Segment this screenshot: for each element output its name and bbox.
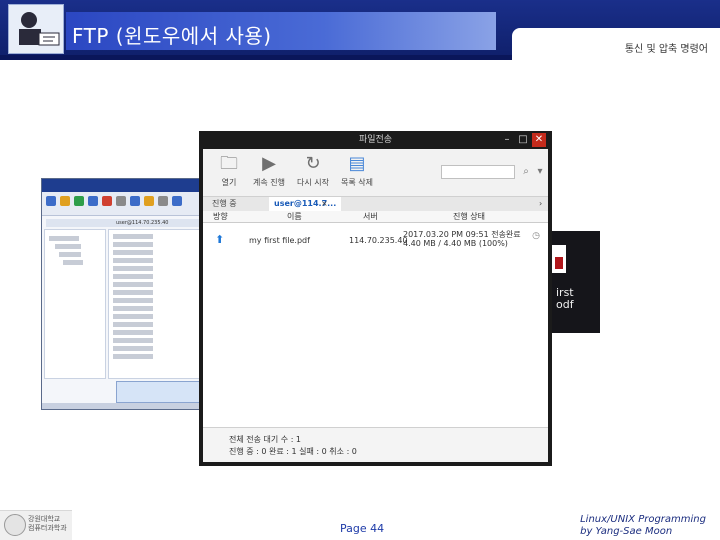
client-titlebar — [42, 179, 202, 192]
col-direction[interactable]: 방향 — [213, 211, 228, 223]
section-title: 통신 및 압축 명령어 — [624, 44, 708, 55]
server-address: 114.70.235.40 — [349, 236, 408, 245]
presenter-logo — [8, 4, 64, 54]
refresh-icon: ↻ — [305, 153, 321, 174]
file-name: my first file.pdf — [249, 236, 310, 245]
search-input[interactable] — [441, 165, 515, 179]
minimize-button[interactable]: – — [500, 133, 514, 147]
transfer-size: 4.40 MB / 4.40 MB (100%) — [403, 239, 508, 248]
upload-arrow-icon: ⬆ — [215, 233, 225, 246]
transfer-toolbar: 🗀 열기 ▶ 계속 진행 ↻ 다시 시작 ▤ 목록 삭제 ⌕ ▾ — [203, 149, 548, 197]
restore-button[interactable]: □ — [516, 133, 530, 147]
transfer-tabs: 진행 중 user@114.7... × › — [203, 197, 548, 211]
open-button[interactable]: 🗀 열기 — [209, 153, 249, 193]
search-icon[interactable]: ⌕ — [519, 165, 533, 179]
col-server[interactable]: 서버 — [363, 211, 378, 223]
toolbar-icon[interactable] — [144, 196, 154, 206]
university-seal — [4, 514, 26, 536]
toolbar-icon[interactable] — [46, 196, 56, 206]
col-status[interactable]: 진행 상태 — [453, 211, 485, 223]
col-name[interactable]: 이름 — [287, 211, 302, 223]
remote-file-pane[interactable] — [108, 229, 202, 379]
queue-count: 전체 전송 대기 수 : 1 — [229, 435, 302, 444]
clear-list-button[interactable]: ▤ 목록 삭제 — [337, 153, 377, 193]
slide-title: FTP (윈도우에서 사용) — [72, 24, 272, 48]
tab-session[interactable]: user@114.7... — [269, 197, 342, 211]
table-row[interactable]: ⬆ my first file.pdf 114.70.235.40 2017.0… — [203, 227, 548, 251]
university-name: 강원대학교 컴퓨터과학과 — [28, 515, 67, 532]
column-header: 방향 이름 서버 진행 상태 — [203, 211, 548, 223]
close-button[interactable]: ✕ — [532, 133, 546, 147]
remote-path: user@114.70.235.40 — [116, 220, 169, 226]
ad-banner[interactable] — [116, 381, 202, 403]
toolbar-icon[interactable] — [130, 196, 140, 206]
toolbar-icon[interactable] — [158, 196, 168, 206]
play-icon: ▶ — [262, 153, 276, 174]
toolbar-icon[interactable] — [88, 196, 98, 206]
pdf-viewer-window: irst odf — [548, 231, 600, 333]
toolbar-icon[interactable] — [172, 196, 182, 206]
tab-close-icon[interactable]: × — [321, 197, 328, 211]
local-tree-pane[interactable] — [44, 229, 106, 379]
chevron-down-icon[interactable]: ▾ — [533, 165, 547, 179]
course-credit: Linux/UNIX Programming by Yang-Sae Moon — [580, 514, 706, 537]
toolbar-icon[interactable] — [74, 196, 84, 206]
pdf-name-fragment: irst odf — [556, 286, 574, 311]
transfer-list: ⬆ my first file.pdf 114.70.235.40 2017.0… — [203, 223, 548, 427]
client-path-bar[interactable]: user@114.70.235.40 — [46, 219, 200, 227]
trash-icon: ▤ — [348, 153, 366, 174]
transfer-summary: 전체 전송 대기 수 : 1 진행 중 : 0 완료 : 1 실패 : 0 취소… — [203, 427, 548, 462]
toolbar-icon[interactable] — [116, 196, 126, 206]
client-statusbar — [42, 403, 202, 409]
restart-button[interactable]: ↻ 다시 시작 — [293, 153, 333, 193]
folder-icon: 🗀 — [220, 153, 238, 174]
clock-icon[interactable]: ◷ — [532, 231, 540, 241]
transfer-counts: 진행 중 : 0 완료 : 1 실패 : 0 취소 : 0 — [229, 447, 357, 456]
pdf-icon — [555, 257, 563, 269]
scroll-right-icon[interactable]: › — [539, 197, 542, 211]
ftp-client-window: user@114.70.235.40 — [41, 178, 203, 410]
toolbar-icon[interactable] — [102, 196, 112, 206]
file-transfer-dialog: 파일전송 – □ ✕ 🗀 열기 ▶ 계속 진행 ↻ 다시 시작 ▤ 목록 삭제 … — [199, 131, 552, 466]
tab-in-progress[interactable]: 진행 중 — [207, 197, 242, 211]
page-number: Page 44 — [340, 522, 385, 535]
toolbar-icon[interactable] — [60, 196, 70, 206]
continue-button[interactable]: ▶ 계속 진행 — [249, 153, 289, 193]
